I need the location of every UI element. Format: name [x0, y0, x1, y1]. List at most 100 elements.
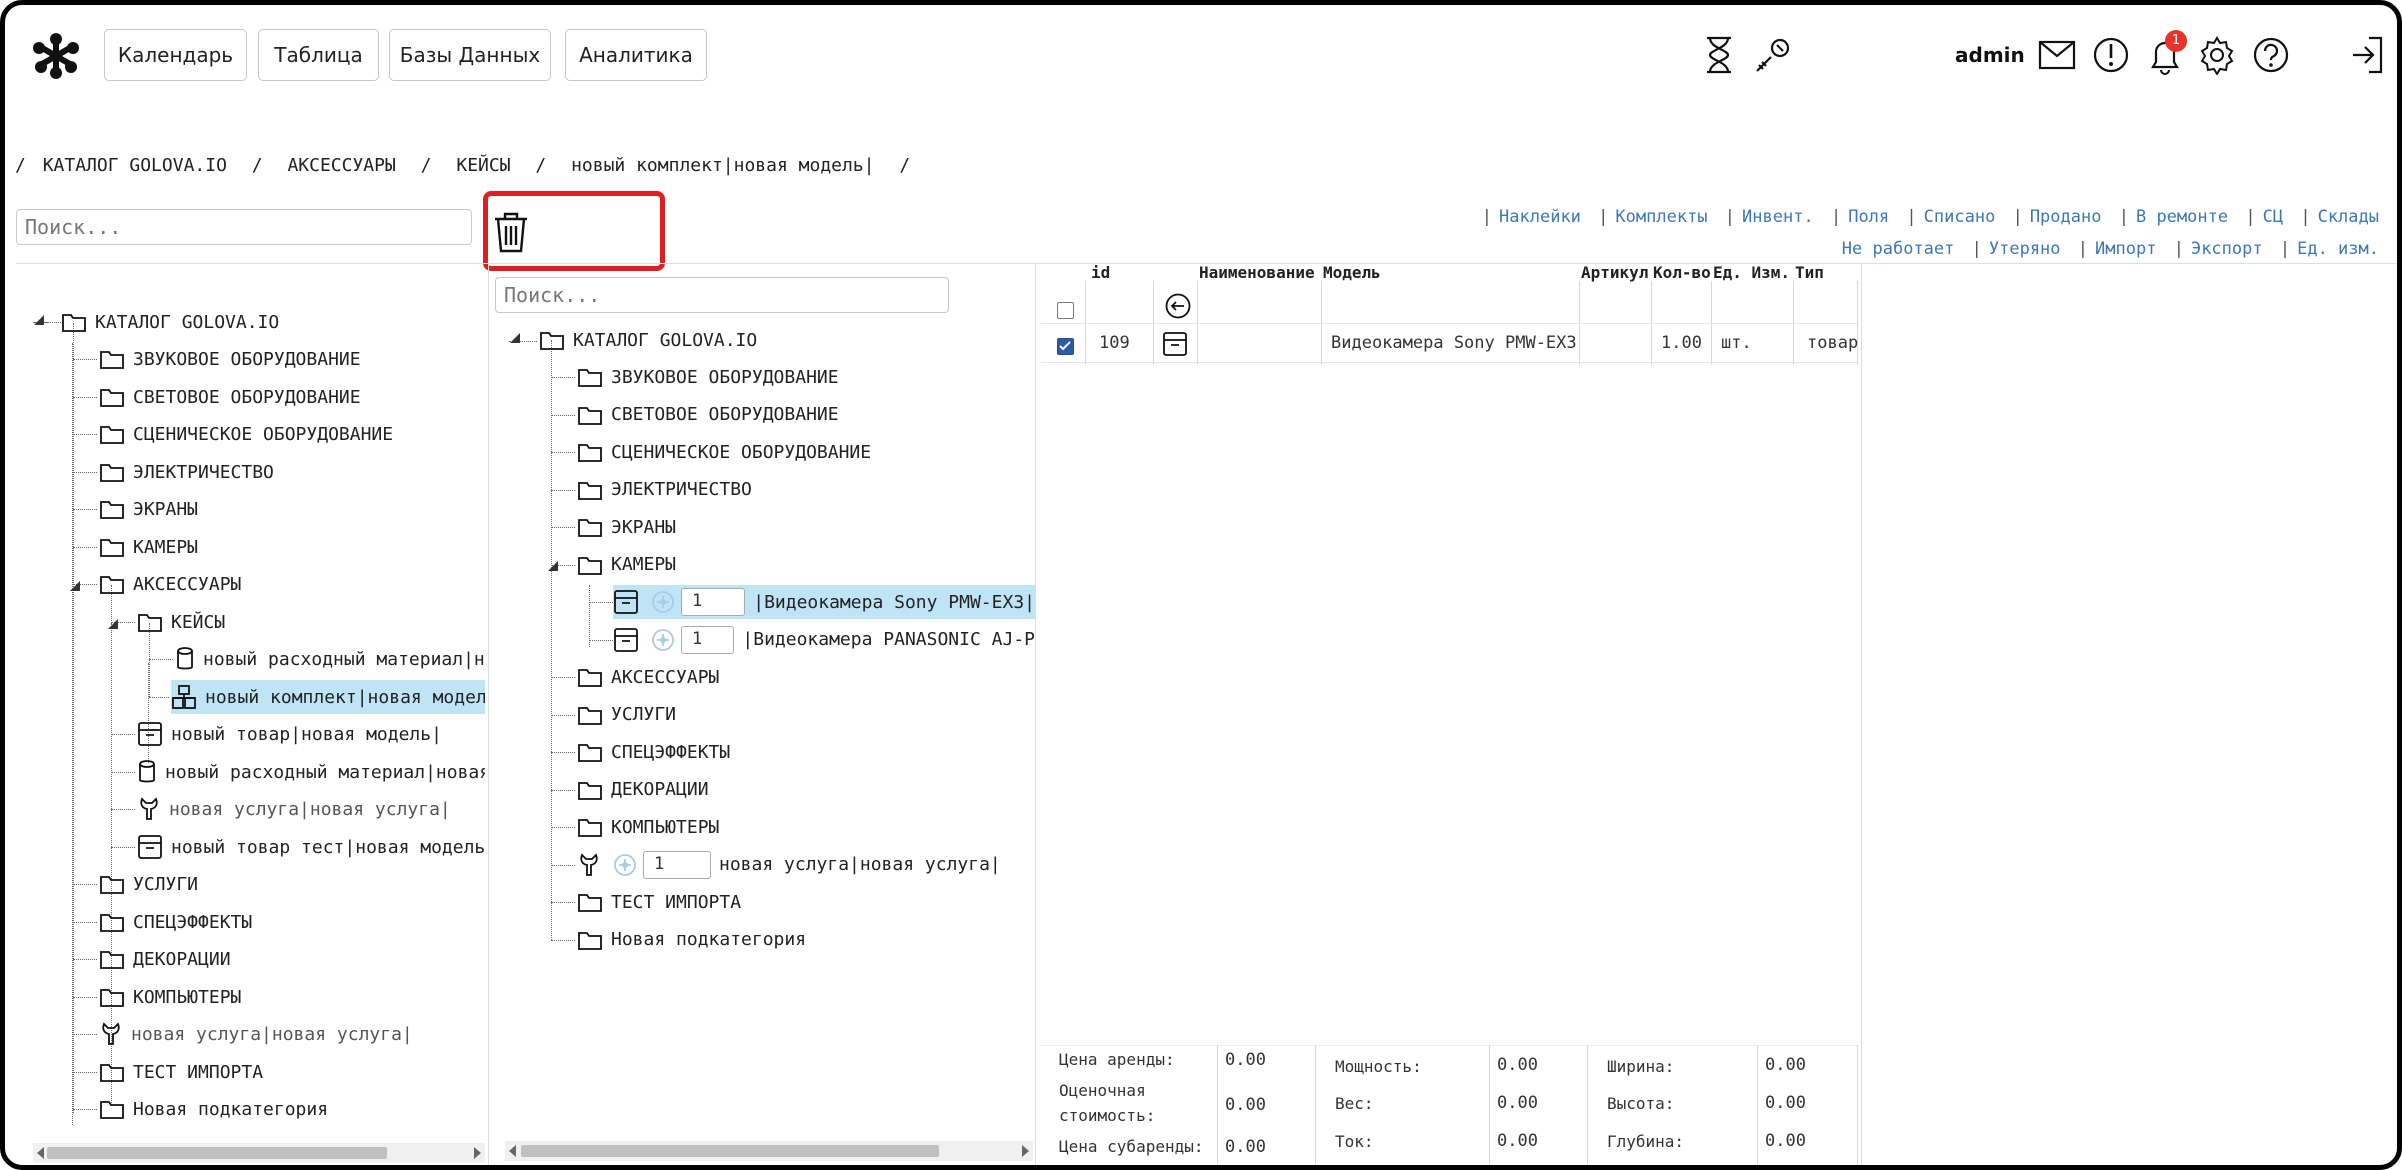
left-tree-item[interactable]: КАТАЛОГ GOLOVA.IO [61, 305, 279, 339]
quantity-input[interactable]: 1 [643, 850, 711, 879]
left-tree-item[interactable]: новый товар|новая модель| [137, 717, 485, 751]
middle-search-input[interactable] [495, 277, 949, 313]
middle-tree-item[interactable]: ДЕКОРАЦИИ [577, 773, 709, 807]
tree-toggle-icon[interactable] [107, 615, 119, 634]
help-icon[interactable] [2249, 33, 2293, 77]
left-tree-item[interactable]: ЭКРАНЫ [99, 492, 198, 526]
mail-icon[interactable] [2035, 33, 2079, 77]
col-header-model[interactable]: Модель [1323, 263, 1381, 282]
middle-tree-item[interactable]: ЭЛЕКТРИЧЕСТВО [577, 473, 752, 507]
hourglass-icon[interactable] [1697, 33, 1741, 77]
tree-toggle-icon[interactable] [547, 557, 559, 576]
camera-item[interactable]: 1 |Видеокамера Sony PMW-EX3| [613, 585, 1035, 619]
add-to-cart-icon[interactable] [651, 628, 675, 652]
nav-calendar-button[interactable]: Календарь [104, 29, 247, 81]
middle-tree-item[interactable]: СПЕЦЭФФЕКТЫ [577, 735, 730, 769]
alert-icon[interactable] [2089, 33, 2133, 77]
link-stickers[interactable]: Наклейки [1499, 207, 1581, 227]
middle-tree-item[interactable]: ТЕСТ ИМПОРТА [577, 885, 741, 919]
col-header-qty[interactable]: Кол-во [1653, 263, 1711, 282]
left-search-input[interactable] [16, 209, 472, 245]
breadcrumb-catalog[interactable]: КАТАЛОГ GOLOVA.IO [43, 155, 227, 176]
middle-tree-item[interactable]: АКСЕССУАРЫ [577, 660, 719, 694]
col-header-name[interactable]: Наименование [1199, 263, 1315, 282]
col-header-type[interactable]: Тип [1795, 263, 1824, 282]
col-header-article[interactable]: Артикул [1581, 263, 1648, 282]
link-units[interactable]: Ед. изм. [2297, 239, 2379, 259]
middle-tree-item[interactable]: СВЕТОВОЕ ОБОРУДОВАНИЕ [577, 398, 839, 432]
middle-tree-item[interactable]: ЗВУКОВОЕ ОБОРУДОВАНИЕ [577, 360, 839, 394]
logo-icon[interactable] [31, 31, 81, 81]
middle-tree-item[interactable]: Новая подкатегория [577, 923, 806, 957]
breadcrumb-current[interactable]: новый комплект|новая модель| [571, 155, 874, 176]
middle-tree-item[interactable]: ЭКРАНЫ [577, 510, 676, 544]
left-tree-item[interactable]: ТЕСТ ИМПОРТА [99, 1055, 263, 1089]
left-tree-item[interactable]: КАМЕРЫ [99, 530, 198, 564]
quantity-input[interactable]: 1 [681, 588, 746, 616]
username[interactable]: admin [1955, 43, 2025, 67]
nav-table-button[interactable]: Таблица [258, 29, 379, 81]
link-not-working[interactable]: Не работает [1842, 239, 1955, 259]
left-tree-item[interactable]: ДЕКОРАЦИИ [99, 942, 231, 976]
link-inventory[interactable]: Инвент. [1742, 207, 1814, 227]
nav-analytics-button[interactable]: Аналитика [565, 29, 707, 81]
tree-toggle-icon[interactable] [509, 329, 521, 348]
middle-tree-item[interactable]: КАМЕРЫ [577, 548, 676, 582]
select-all-checkbox[interactable] [1057, 302, 1074, 319]
left-tree-item[interactable]: ЗВУКОВОЕ ОБОРУДОВАНИЕ [99, 342, 361, 376]
middle-tree-item[interactable]: КОМПЬЮТЕРЫ [577, 810, 719, 844]
left-tree-item[interactable]: УСЛУГИ [99, 867, 198, 901]
left-tree-hscrollbar[interactable] [33, 1143, 485, 1163]
left-tree-item[interactable]: АКСЕССУАРЫ [99, 567, 241, 601]
panel-divider-middle [1035, 263, 1036, 1165]
left-tree-item[interactable]: СВЕТОВОЕ ОБОРУДОВАНИЕ [99, 380, 361, 414]
link-kits[interactable]: Комплекты [1615, 207, 1707, 227]
quantity-input[interactable]: 1 [681, 625, 735, 654]
left-tree-item[interactable]: новый расходный материал|новая м [137, 755, 485, 789]
left-tree-item[interactable]: новая услуга|новая услуга| [99, 1017, 413, 1051]
left-tree-item[interactable]: КЕЙСЫ [137, 605, 225, 639]
link-written-off[interactable]: Списано [1924, 207, 1996, 227]
left-tree-item[interactable]: новая услуга|новая услуга| [137, 792, 485, 826]
link-lost[interactable]: Утеряно [1989, 239, 2061, 259]
logout-icon[interactable] [2345, 33, 2389, 77]
col-header-id[interactable]: id [1091, 263, 1110, 282]
add-to-cart-icon[interactable] [613, 853, 637, 877]
add-to-cart-icon[interactable] [651, 590, 675, 614]
undo-back-icon[interactable] [1165, 293, 1191, 319]
settings-gear-icon[interactable] [2195, 33, 2239, 77]
left-tree-item[interactable]: СЦЕНИЧЕСКОЕ ОБОРУДОВАНИЕ [99, 417, 393, 451]
link-warehouses[interactable]: Склады [2318, 207, 2379, 227]
camera-item[interactable]: 1 |Видеокамера PANASONIC AJ-P [613, 623, 1035, 657]
breadcrumb-cases[interactable]: КЕЙСЫ [456, 155, 510, 176]
tree-toggle-icon[interactable] [69, 577, 81, 596]
link-export[interactable]: Экспорт [2191, 239, 2263, 259]
middle-tree-root[interactable]: КАТАЛОГ GOLOVA.IO [539, 323, 757, 357]
nav-databases-button[interactable]: Базы Данных [389, 29, 551, 81]
row-checkbox[interactable] [1057, 338, 1074, 355]
tree-node-label: Новая подкатегория [133, 1098, 329, 1120]
tree-toggle-icon[interactable] [33, 311, 45, 330]
left-tree-item[interactable]: новый расходный материал|нова [175, 642, 485, 676]
service-item[interactable]: 1 новая услуга|новая услуга| [577, 848, 1001, 882]
left-tree-item[interactable]: новый товар тест|новая модель те [137, 830, 485, 864]
col-header-unit[interactable]: Ед. Изм. [1713, 263, 1790, 282]
left-tree-item[interactable]: СПЕЦЭФФЕКТЫ [99, 905, 252, 939]
wrench-key-icon[interactable] [1751, 33, 1795, 77]
left-tree-item[interactable]: КОМПЬЮТЕРЫ [99, 980, 241, 1014]
left-tree-item[interactable]: ЭЛЕКТРИЧЕСТВО [99, 455, 274, 489]
link-in-repair[interactable]: В ремонте [2136, 207, 2228, 227]
left-tree-item[interactable]: Новая подкатегория [99, 1092, 328, 1126]
link-sold[interactable]: Продано [2030, 207, 2102, 227]
link-sc[interactable]: СЦ [2263, 207, 2283, 227]
breadcrumb-accessories[interactable]: АКСЕССУАРЫ [287, 155, 395, 176]
tree-node-label: ЗВУКОВОЕ ОБОРУДОВАНИЕ [611, 366, 839, 388]
middle-tree-item[interactable]: УСЛУГИ [577, 698, 676, 732]
left-tree-item[interactable]: новый комплект|новая модель| [171, 680, 485, 714]
tree-node-label: СВЕТОВОЕ ОБОРУДОВАНИЕ [611, 404, 839, 425]
middle-tree-item[interactable]: СЦЕНИЧЕСКОЕ ОБОРУДОВАНИЕ [577, 435, 871, 469]
middle-tree-hscrollbar[interactable] [505, 1141, 1033, 1161]
link-import[interactable]: Импорт [2095, 239, 2156, 259]
link-fields[interactable]: Поля [1848, 207, 1889, 227]
trash-icon[interactable] [493, 211, 529, 253]
